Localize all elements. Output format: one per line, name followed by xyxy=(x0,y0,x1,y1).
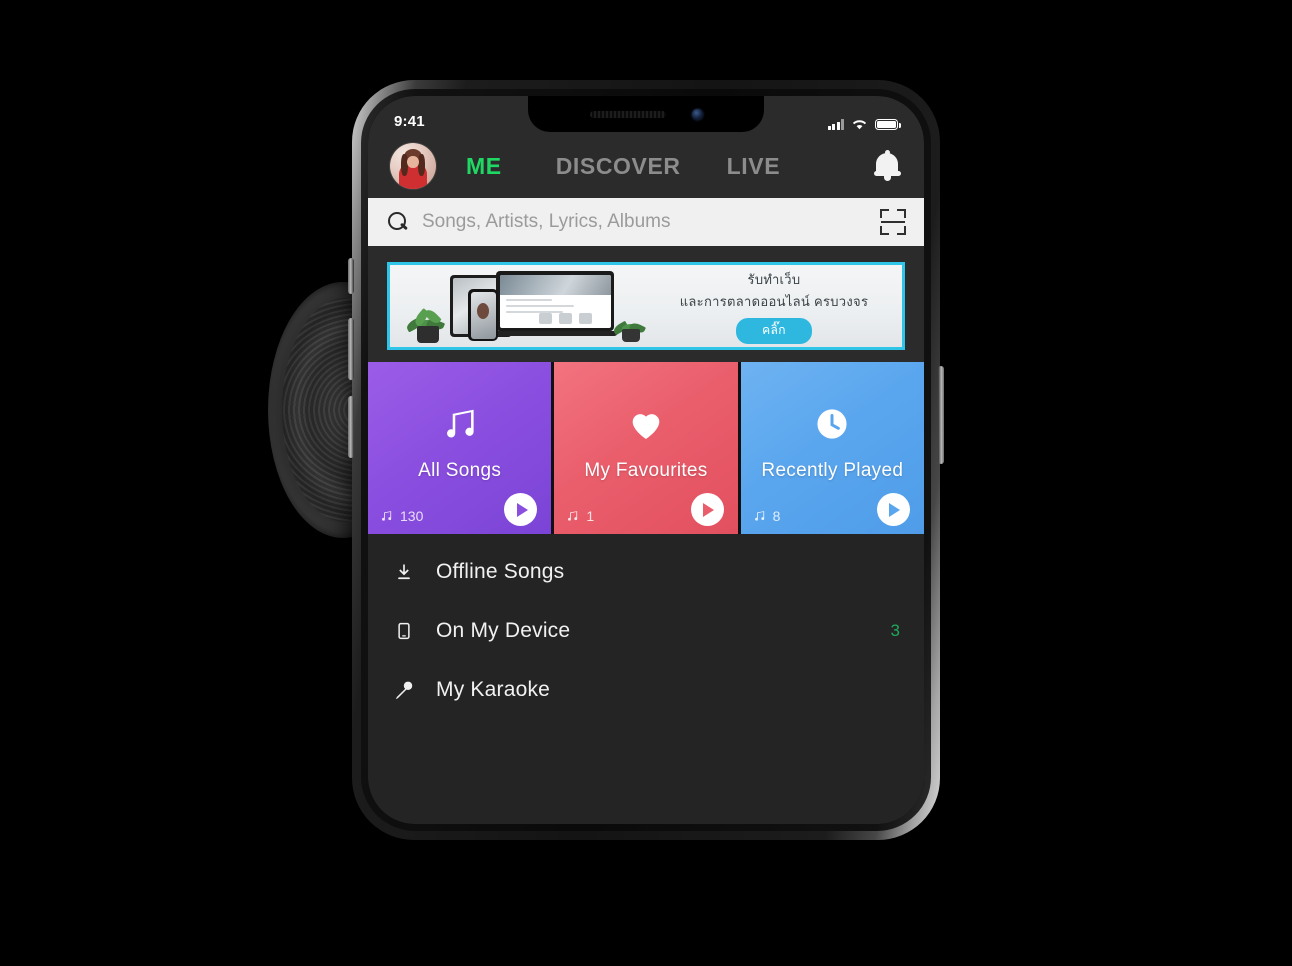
heart-icon xyxy=(624,402,668,446)
play-icon[interactable] xyxy=(504,493,538,526)
power-button[interactable] xyxy=(938,366,944,464)
search-input[interactable]: Songs, Artists, Lyrics, Albums xyxy=(422,211,866,233)
banner-cta-button[interactable]: คลิ๊ก xyxy=(736,317,812,344)
card-count-value: 1 xyxy=(586,508,595,524)
tab-live[interactable]: LIVE xyxy=(727,153,781,180)
search-icon xyxy=(388,212,408,232)
card-recently-played[interactable]: Recently Played 8 xyxy=(740,362,924,534)
laptop-illustration xyxy=(492,271,618,339)
card-title: All Songs xyxy=(418,460,502,481)
phone-device-frame: 9:41 ME DISCOVER LIVE Songs, Artists, Ly… xyxy=(348,80,944,840)
avatar[interactable] xyxy=(390,143,436,189)
status-bar-indicators xyxy=(827,118,901,130)
download-icon xyxy=(392,559,416,585)
earpiece-speaker-icon xyxy=(589,110,666,118)
music-note-small-icon xyxy=(568,511,578,521)
plant-decoration-left xyxy=(404,307,448,343)
banner-text: รับทำเว็บ และการตลาดออนไลน์ ครบวงจร คลิ๊… xyxy=(662,269,902,344)
card-song-count: 130 xyxy=(380,508,423,524)
play-icon[interactable] xyxy=(876,493,910,526)
list-item-offline-songs[interactable]: Offline Songs xyxy=(368,542,924,601)
banner-section: รับทำเว็บ และการตลาดออนไลน์ ครบวงจร คลิ๊… xyxy=(368,252,924,362)
search-bar[interactable]: Songs, Artists, Lyrics, Albums xyxy=(368,198,924,246)
app-top-bar: ME DISCOVER LIVE xyxy=(368,134,924,198)
library-list: Offline Songs On My Device 3 My Karaoke xyxy=(368,534,924,824)
list-item-label: On My Device xyxy=(436,618,571,642)
front-camera-icon xyxy=(691,108,703,120)
search-section: Songs, Artists, Lyrics, Albums xyxy=(368,198,924,252)
card-title: My Favourites xyxy=(584,460,708,481)
smartphone-illustration xyxy=(468,289,498,341)
bell-icon[interactable] xyxy=(872,150,902,182)
list-item-label: My Karaoke xyxy=(436,677,551,701)
card-song-count: 1 xyxy=(566,508,594,524)
clock-icon xyxy=(810,402,854,446)
cellular-signal-icon xyxy=(827,119,844,130)
phone-screen: 9:41 ME DISCOVER LIVE Songs, Artists, Ly… xyxy=(368,96,924,824)
card-count-value: 130 xyxy=(400,508,424,524)
volume-up-button[interactable] xyxy=(348,318,354,380)
device-notch xyxy=(528,96,764,132)
tab-discover[interactable]: DISCOVER xyxy=(556,153,681,180)
card-my-favourites[interactable]: My Favourites 1 xyxy=(554,362,738,534)
list-item-my-karaoke[interactable]: My Karaoke xyxy=(368,660,924,719)
silent-switch[interactable] xyxy=(348,258,354,294)
screenshot-stage: 9:41 ME DISCOVER LIVE Songs, Artists, Ly… xyxy=(0,0,1292,966)
device-icon xyxy=(392,618,416,644)
banner-line-1: รับทำเว็บ xyxy=(747,271,801,287)
status-bar-time: 9:41 xyxy=(394,113,425,130)
card-all-songs[interactable]: All Songs 130 xyxy=(368,362,552,534)
music-note-small-icon xyxy=(754,511,764,521)
card-title: Recently Played xyxy=(761,460,904,481)
wifi-icon xyxy=(852,120,867,130)
card-count-value: 8 xyxy=(772,508,781,524)
music-note-icon xyxy=(438,402,482,446)
volume-down-button[interactable] xyxy=(348,396,354,458)
nav-tabs: ME DISCOVER LIVE xyxy=(436,153,866,180)
list-item-badge: 3 xyxy=(890,620,900,640)
banner-artwork xyxy=(390,265,662,347)
phone-inner-bezel: 9:41 ME DISCOVER LIVE Songs, Artists, Ly… xyxy=(361,89,931,831)
quick-access-cards: All Songs 130 My Favourites 1 Recently P… xyxy=(368,362,924,534)
microphone-icon xyxy=(392,677,416,703)
scan-qr-icon[interactable] xyxy=(880,209,906,235)
plant-decoration-right xyxy=(612,312,648,342)
card-song-count: 8 xyxy=(753,508,781,524)
list-item-on-my-device[interactable]: On My Device 3 xyxy=(368,601,924,660)
promo-banner[interactable]: รับทำเว็บ และการตลาดออนไลน์ ครบวงจร คลิ๊… xyxy=(387,262,905,350)
battery-icon xyxy=(875,119,901,130)
tab-me[interactable]: ME xyxy=(466,153,502,180)
banner-line-2: และการตลาดออนไลน์ ครบวงจร xyxy=(679,293,869,309)
list-item-label: Offline Songs xyxy=(436,559,565,583)
music-note-small-icon xyxy=(382,511,392,521)
play-icon[interactable] xyxy=(690,493,724,526)
